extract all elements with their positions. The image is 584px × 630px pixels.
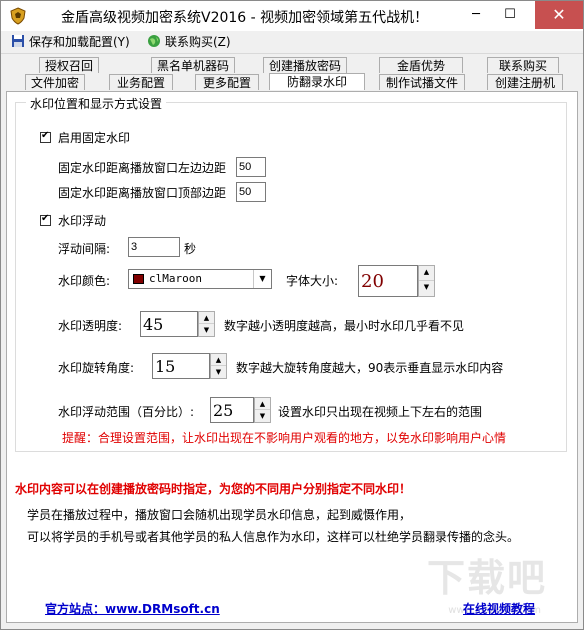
title-bar[interactable]: 金盾高级视频加密系统V2016 - 视频加密领域第五代战机！ ─ ☐ ✕ xyxy=(1,1,583,31)
tab-business-config[interactable]: 业务配置 xyxy=(109,74,173,90)
globe-icon xyxy=(148,35,160,47)
spin-down-icon[interactable]: ▼ xyxy=(255,410,270,422)
menu-contact-buy[interactable]: 联系购买(Z) xyxy=(147,34,231,50)
tab-license-recall[interactable]: 授权召回 xyxy=(39,57,99,73)
official-site-link[interactable]: 官方站点：www.DRMsoft.cn xyxy=(45,600,220,617)
tab-advantages[interactable]: 金盾优势 xyxy=(379,57,463,73)
color-swatch xyxy=(133,274,144,284)
app-window: 金盾高级视频加密系统V2016 - 视频加密领域第五代战机！ ─ ☐ ✕ 保存和… xyxy=(0,0,584,630)
tab-file-encrypt[interactable]: 文件加密 xyxy=(25,74,85,90)
menu-bar: 保存和加载配置(Y) 联系购买(Z) xyxy=(1,31,583,54)
watermark-highlight-note: 水印内容可以在创建播放密码时指定，为您的不同用户分别指定不同水印！ xyxy=(15,482,412,496)
left-margin-label: 固定水印距离播放窗口左边边距 xyxy=(58,161,227,175)
tab-strip: 授权召回 黑名单机器码 创建播放密码 金盾优势 联系购买 文件加密 业务配置 更… xyxy=(1,55,583,91)
color-label: 水印颜色: xyxy=(58,274,111,288)
floppy-disk-icon xyxy=(12,35,24,47)
tab-more-config[interactable]: 更多配置 xyxy=(195,74,259,90)
top-margin-label: 固定水印距离播放窗口顶部边距 xyxy=(58,186,227,200)
spin-down-icon[interactable]: ▼ xyxy=(419,281,434,296)
spin-up-icon[interactable]: ▲ xyxy=(419,266,434,281)
range-input[interactable] xyxy=(210,397,254,423)
watermark-panel: 水印位置和显示方式设置 启用固定水印 固定水印距离播放窗口左边边距 固定水印距离… xyxy=(6,91,578,623)
spin-up-icon[interactable]: ▲ xyxy=(199,312,214,324)
tab-contact-buy[interactable]: 联系购买 xyxy=(487,57,559,73)
color-select-value: clMaroon xyxy=(149,272,202,285)
transparency-label: 水印透明度: xyxy=(58,319,123,333)
note-line-1: 学员在播放过程中，播放窗口会随机出现学员水印信息，起到威慑作用， xyxy=(27,508,412,522)
rotation-input[interactable] xyxy=(152,353,210,379)
font-size-label: 字体大小: xyxy=(286,274,339,288)
font-size-spinner[interactable]: ▲ ▼ xyxy=(418,265,435,297)
tab-blacklist[interactable]: 黑名单机器码 xyxy=(151,57,235,73)
range-hint: 设置水印只出现在视频上下左右的范围 xyxy=(278,405,483,419)
reminder-text: 提醒：合理设置范围，让水印出现在不影响用户观看的地方，以免水印影响用户心情 xyxy=(62,431,507,445)
transparency-spinner[interactable]: ▲ ▼ xyxy=(198,311,215,337)
tab-create-keygen[interactable]: 创建注册机 xyxy=(487,74,563,90)
transparency-hint: 数字越小透明度越高，最小时水印几乎看不见 xyxy=(224,319,465,333)
rotation-label: 水印旋转角度: xyxy=(58,361,135,375)
transparency-input[interactable] xyxy=(140,311,198,337)
spin-down-icon[interactable]: ▼ xyxy=(199,324,214,336)
spin-up-icon[interactable]: ▲ xyxy=(255,398,270,410)
group-title: 水印位置和显示方式设置 xyxy=(26,95,167,112)
video-tutorial-link[interactable]: 在线视频教程 xyxy=(463,600,535,617)
menu-contact-buy-label: 联系购买(Z) xyxy=(165,35,231,49)
menu-save-load-label: 保存和加载配置(Y) xyxy=(29,35,130,49)
site-watermark-logo: 下载吧 xyxy=(426,556,547,600)
maximize-button[interactable]: ☐ xyxy=(495,1,525,29)
rotation-spinner[interactable]: ▲ ▼ xyxy=(210,353,227,379)
tab-make-trial-file[interactable]: 制作试播文件 xyxy=(379,74,465,90)
note-line-2: 可以将学员的手机号或者其他学员的私人信息作为水印，这样可以杜绝学员翻录传播的念头… xyxy=(27,530,520,544)
float-watermark-checkbox[interactable] xyxy=(40,213,51,226)
window-title: 金盾高级视频加密系统V2016 - 视频加密领域第五代战机！ xyxy=(61,10,429,26)
color-select[interactable]: clMaroon ▼ xyxy=(128,269,272,289)
float-watermark-label: 水印浮动 xyxy=(58,214,107,228)
close-button[interactable]: ✕ xyxy=(535,1,583,29)
tab-anti-record-watermark[interactable]: 防翻录水印 xyxy=(269,73,365,90)
left-margin-input[interactable] xyxy=(236,157,266,177)
watermark-settings-group: 水印位置和显示方式设置 启用固定水印 固定水印距离播放窗口左边边距 固定水印距离… xyxy=(15,95,567,452)
rotation-hint: 数字越大旋转角度越大，90表示垂直显示水印内容 xyxy=(236,361,504,375)
chevron-down-icon[interactable]: ▼ xyxy=(253,270,271,288)
range-spinner[interactable]: ▲ ▼ xyxy=(254,397,271,423)
menu-save-load[interactable]: 保存和加载配置(Y) xyxy=(11,34,130,50)
tab-create-play-password[interactable]: 创建播放密码 xyxy=(263,57,347,73)
enable-fixed-watermark-label: 启用固定水印 xyxy=(58,131,131,145)
spin-down-icon[interactable]: ▼ xyxy=(211,366,226,378)
float-interval-label: 浮动间隔: xyxy=(58,242,111,256)
spin-up-icon[interactable]: ▲ xyxy=(211,354,226,366)
range-label: 水印浮动范围（百分比）: xyxy=(58,405,195,419)
font-size-input[interactable] xyxy=(358,265,418,297)
minimize-button[interactable]: ─ xyxy=(461,1,491,29)
top-margin-input[interactable] xyxy=(236,182,266,202)
float-interval-input[interactable] xyxy=(128,237,180,257)
shield-app-icon xyxy=(10,7,26,25)
enable-fixed-watermark-checkbox[interactable] xyxy=(40,130,51,143)
float-interval-unit: 秒 xyxy=(184,242,197,256)
